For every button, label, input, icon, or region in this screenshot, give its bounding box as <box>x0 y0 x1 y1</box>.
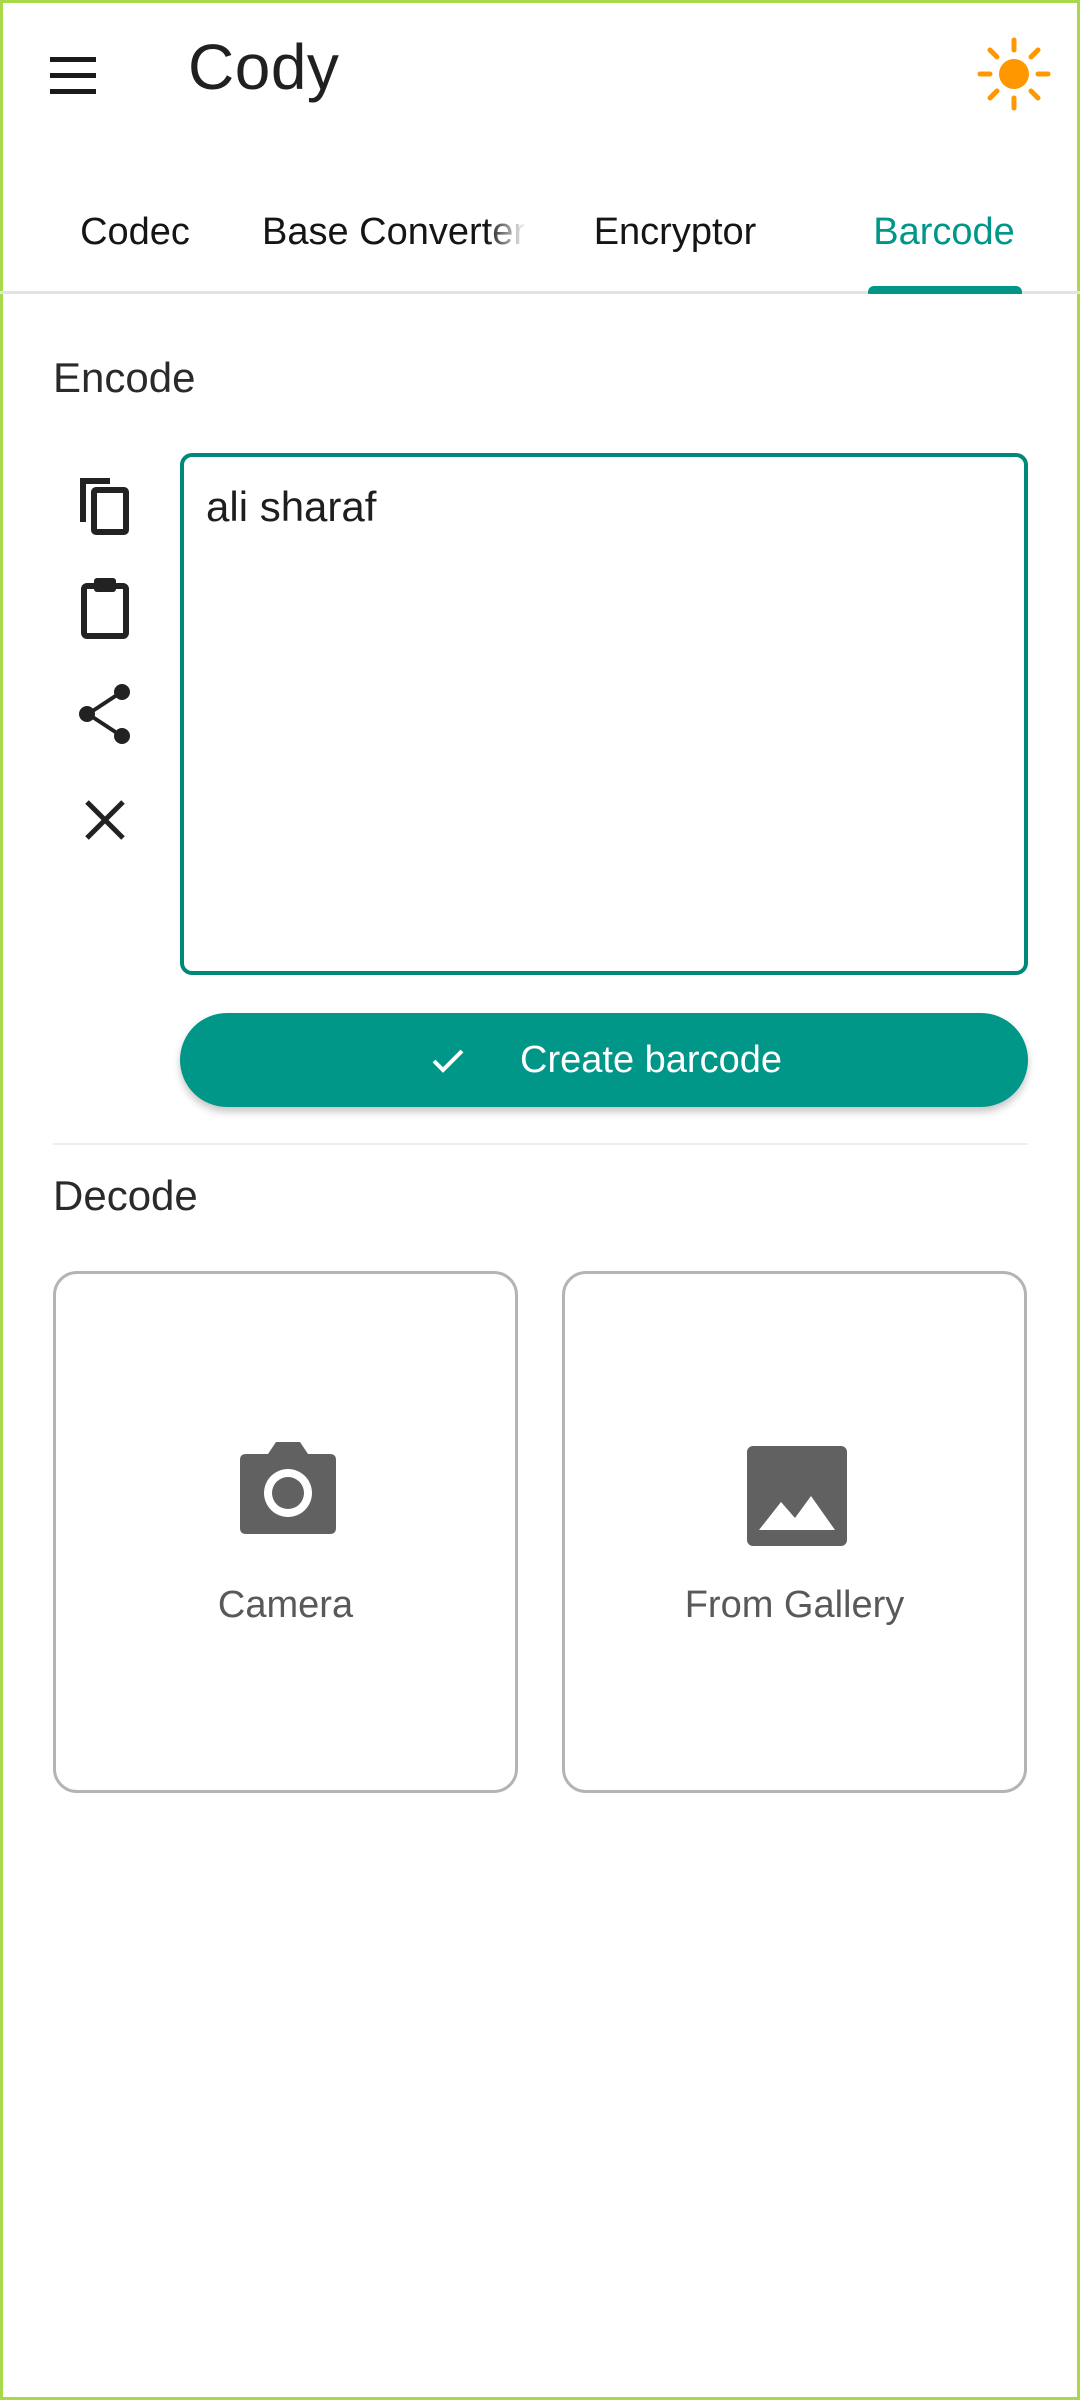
copy-button[interactable] <box>70 470 140 540</box>
app-title: Cody <box>188 31 340 103</box>
share-button[interactable] <box>70 679 140 749</box>
camera-card[interactable]: Camera <box>53 1271 518 1793</box>
tab-indicator <box>868 286 1022 294</box>
copy-icon <box>80 478 129 535</box>
paste-button[interactable] <box>70 572 140 642</box>
tab-base-converter[interactable]: Base Converter <box>262 170 540 294</box>
sun-icon <box>977 37 1051 111</box>
share-icon <box>79 684 130 744</box>
decode-section-title: Decode <box>53 1172 198 1219</box>
check-icon <box>432 1049 464 1073</box>
clear-button[interactable] <box>70 785 140 855</box>
tab-codec[interactable]: Codec <box>40 170 230 294</box>
gallery-card[interactable]: From Gallery <box>562 1271 1027 1793</box>
camera-label: Camera <box>217 1584 354 1626</box>
section-divider <box>53 1143 1028 1145</box>
image-icon <box>747 1446 847 1546</box>
menu-icon <box>50 57 96 94</box>
tab-barcode[interactable]: Barcode <box>858 170 1030 294</box>
encode-text-input[interactable]: ali sharaf <box>180 453 1028 975</box>
tab-bar: Codec Base Converter Encryptor Barcode <box>0 170 1080 294</box>
gallery-label: From Gallery <box>684 1584 905 1626</box>
encode-section-title: Encode <box>53 354 196 401</box>
app-bar: Cody <box>0 0 1080 150</box>
create-barcode-label: Create barcode <box>520 1038 782 1081</box>
create-barcode-button[interactable]: Create barcode <box>180 1013 1028 1107</box>
tab-base-converter-label: Base Converter <box>262 210 527 253</box>
camera-icon <box>240 1442 336 1534</box>
clear-icon <box>85 800 125 840</box>
tab-encryptor[interactable]: Encryptor <box>580 170 770 294</box>
theme-toggle-button[interactable] <box>976 36 1052 112</box>
paste-icon <box>81 578 129 639</box>
menu-button[interactable] <box>40 42 106 108</box>
